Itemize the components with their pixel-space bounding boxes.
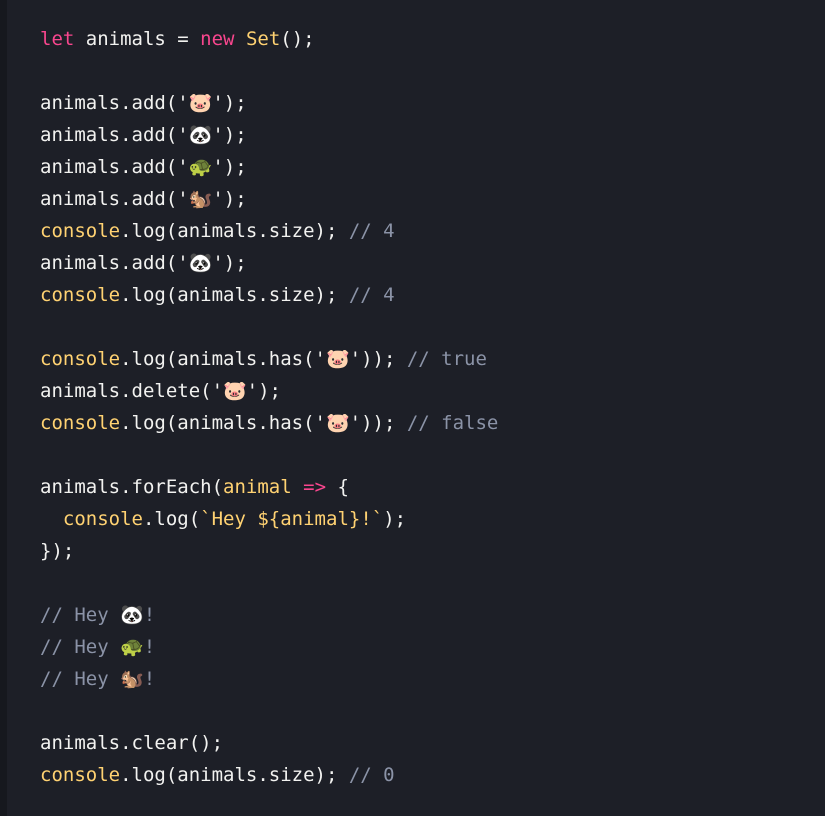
code-token-default: animals.add('🐿️'); bbox=[40, 188, 247, 210]
code-line: animals.delete('🐷'); bbox=[40, 375, 498, 407]
code-line: animals.forEach(animal => { bbox=[40, 471, 498, 503]
code-line: console.log(animals.size); // 4 bbox=[40, 215, 498, 247]
code-token-comment: // 4 bbox=[348, 220, 395, 242]
code-token-keyword: => bbox=[303, 476, 327, 498]
code-token-default: }); bbox=[40, 540, 75, 562]
code-token-param: animal bbox=[223, 476, 292, 498]
code-token-default: .log(animals.size); bbox=[120, 764, 349, 786]
code-token-default: animals.forEach( bbox=[40, 476, 224, 498]
code-token-comment: // true bbox=[406, 348, 487, 370]
code-line: animals.clear(); bbox=[40, 727, 498, 759]
code-token-comment: // 0 bbox=[348, 764, 395, 786]
code-token-default: .log(animals.size); bbox=[120, 284, 349, 306]
code-line: animals.add('🐢'); bbox=[40, 151, 498, 183]
code-token-builtin: console bbox=[40, 284, 121, 306]
code-token-default bbox=[40, 508, 63, 530]
code-token-builtin: console bbox=[40, 220, 121, 242]
code-line: console.log(animals.has('🐷')); // false bbox=[40, 407, 498, 439]
code-token-comment: // Hey 🐼! bbox=[40, 604, 156, 626]
code-token-default: animals.add('🐷'); bbox=[40, 92, 247, 114]
code-token-keyword: let bbox=[40, 28, 75, 50]
code-editor[interactable]: let animals = new Set(); animals.add('🐷')… bbox=[0, 0, 825, 816]
code-token-builtin: console bbox=[40, 348, 121, 370]
code-token-default: .log( bbox=[142, 508, 201, 530]
code-line: animals.add('🐼'); bbox=[40, 247, 498, 279]
code-token-comment: // Hey 🐢! bbox=[40, 636, 156, 658]
code-line: console.log(animals.size); // 0 bbox=[40, 759, 498, 791]
code-line: animals.add('🐼'); bbox=[40, 119, 498, 151]
code-token-default: animals.add('🐼'); bbox=[40, 252, 247, 274]
code-token-default: animals.delete('🐷'); bbox=[40, 380, 281, 402]
code-line: }); bbox=[40, 535, 498, 567]
code-token-default: (); bbox=[280, 28, 315, 50]
code-token-comment: // false bbox=[406, 412, 499, 434]
code-line: let animals = new Set(); bbox=[40, 23, 498, 55]
code-token-comment: // Hey 🐿️! bbox=[40, 668, 156, 690]
code-token-default bbox=[235, 28, 246, 50]
code-line: // Hey 🐼! bbox=[40, 599, 498, 631]
code-line: animals.add('🐷'); bbox=[40, 87, 498, 119]
editor-left-edge bbox=[0, 0, 7, 816]
code-token-default: .log(animals.has('🐷')); bbox=[120, 348, 407, 370]
code-line: console.log(animals.size); // 4 bbox=[40, 279, 498, 311]
code-token-default: .log(animals.has('🐷')); bbox=[120, 412, 407, 434]
code-token-default: animals.clear(); bbox=[40, 732, 224, 754]
code-token-string: `Hey ${animal}!` bbox=[200, 508, 384, 530]
code-token-default: animals.add('🐢'); bbox=[40, 156, 247, 178]
code-token-comment: // 4 bbox=[348, 284, 395, 306]
code-token-default: { bbox=[326, 476, 349, 498]
code-token-default: .log(animals.size); bbox=[120, 220, 349, 242]
code-token-default: animals = bbox=[74, 28, 201, 50]
code-block[interactable]: let animals = new Set(); animals.add('🐷')… bbox=[40, 23, 498, 791]
code-line: console.log(animals.has('🐷')); // true bbox=[40, 343, 498, 375]
code-line: // Hey 🐢! bbox=[40, 631, 498, 663]
code-token-default bbox=[292, 476, 303, 498]
code-line: console.log(`Hey ${animal}!`); bbox=[40, 503, 498, 535]
code-line: // Hey 🐿️! bbox=[40, 663, 498, 695]
code-line: animals.add('🐿️'); bbox=[40, 183, 498, 215]
code-token-type: Set bbox=[245, 28, 281, 50]
code-token-default: animals.add('🐼'); bbox=[40, 124, 247, 146]
code-token-builtin: console bbox=[40, 764, 121, 786]
code-token-builtin: console bbox=[62, 508, 143, 530]
code-token-keyword: new bbox=[200, 28, 235, 50]
code-token-default: ); bbox=[383, 508, 407, 530]
code-token-builtin: console bbox=[40, 412, 121, 434]
